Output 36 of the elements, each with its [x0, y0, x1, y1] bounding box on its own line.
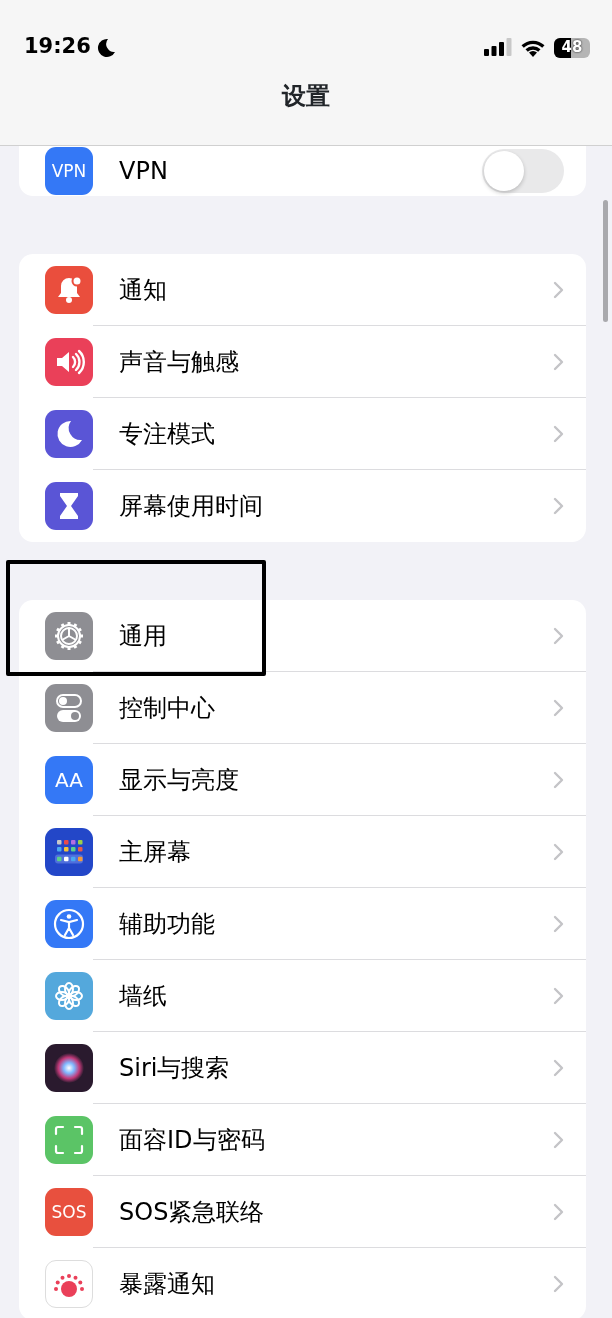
setting-label: SOS紧急联络 [119, 1196, 265, 1228]
setting-label: VPN [119, 156, 168, 187]
setting-label: 声音与触感 [119, 346, 239, 378]
chevron-icon[interactable] [553, 1202, 564, 1221]
chevron-icon[interactable] [553, 770, 564, 789]
chevron-icon[interactable] [553, 1058, 564, 1077]
chevron-icon[interactable] [553, 914, 564, 933]
chevron-icon[interactable] [553, 352, 564, 371]
setting-label: 辅助功能 [119, 908, 215, 940]
setting-label: 面容ID与密码 [119, 1124, 265, 1156]
setting-label: 控制中心 [119, 692, 215, 724]
chevron-icon[interactable] [553, 698, 564, 717]
chevron-icon[interactable] [553, 1275, 564, 1293]
setting-label: Siri与搜索 [119, 1052, 230, 1084]
status-time: 19:26 [24, 33, 91, 61]
chevron-icon[interactable] [553, 497, 564, 515]
setting-label: 显示与亮度 [119, 764, 239, 796]
app-icon: VPN [45, 147, 93, 195]
app-icon: SOS [45, 1188, 93, 1236]
chevron-icon[interactable] [553, 986, 564, 1005]
chevron-icon[interactable] [553, 842, 564, 861]
setting-label: 通用 [119, 620, 167, 652]
setting-label: 主屏幕 [119, 836, 191, 868]
chevron-icon[interactable] [553, 424, 564, 443]
setting-label: 屏幕使用时间 [119, 491, 263, 522]
setting-label: 专注模式 [119, 418, 215, 450]
toggle-switch[interactable] [482, 149, 564, 193]
signal-icon [484, 38, 512, 56]
chevron-icon[interactable] [553, 626, 564, 645]
setting-label: 暴露通知 [119, 1269, 215, 1300]
page-title: 设置 [280, 81, 331, 112]
app-icon: AA [45, 756, 93, 804]
setting-label: 通知 [119, 274, 167, 306]
chevron-icon[interactable] [553, 280, 564, 299]
chevron-icon[interactable] [553, 1130, 564, 1149]
setting-label: 墙纸 [119, 980, 167, 1012]
